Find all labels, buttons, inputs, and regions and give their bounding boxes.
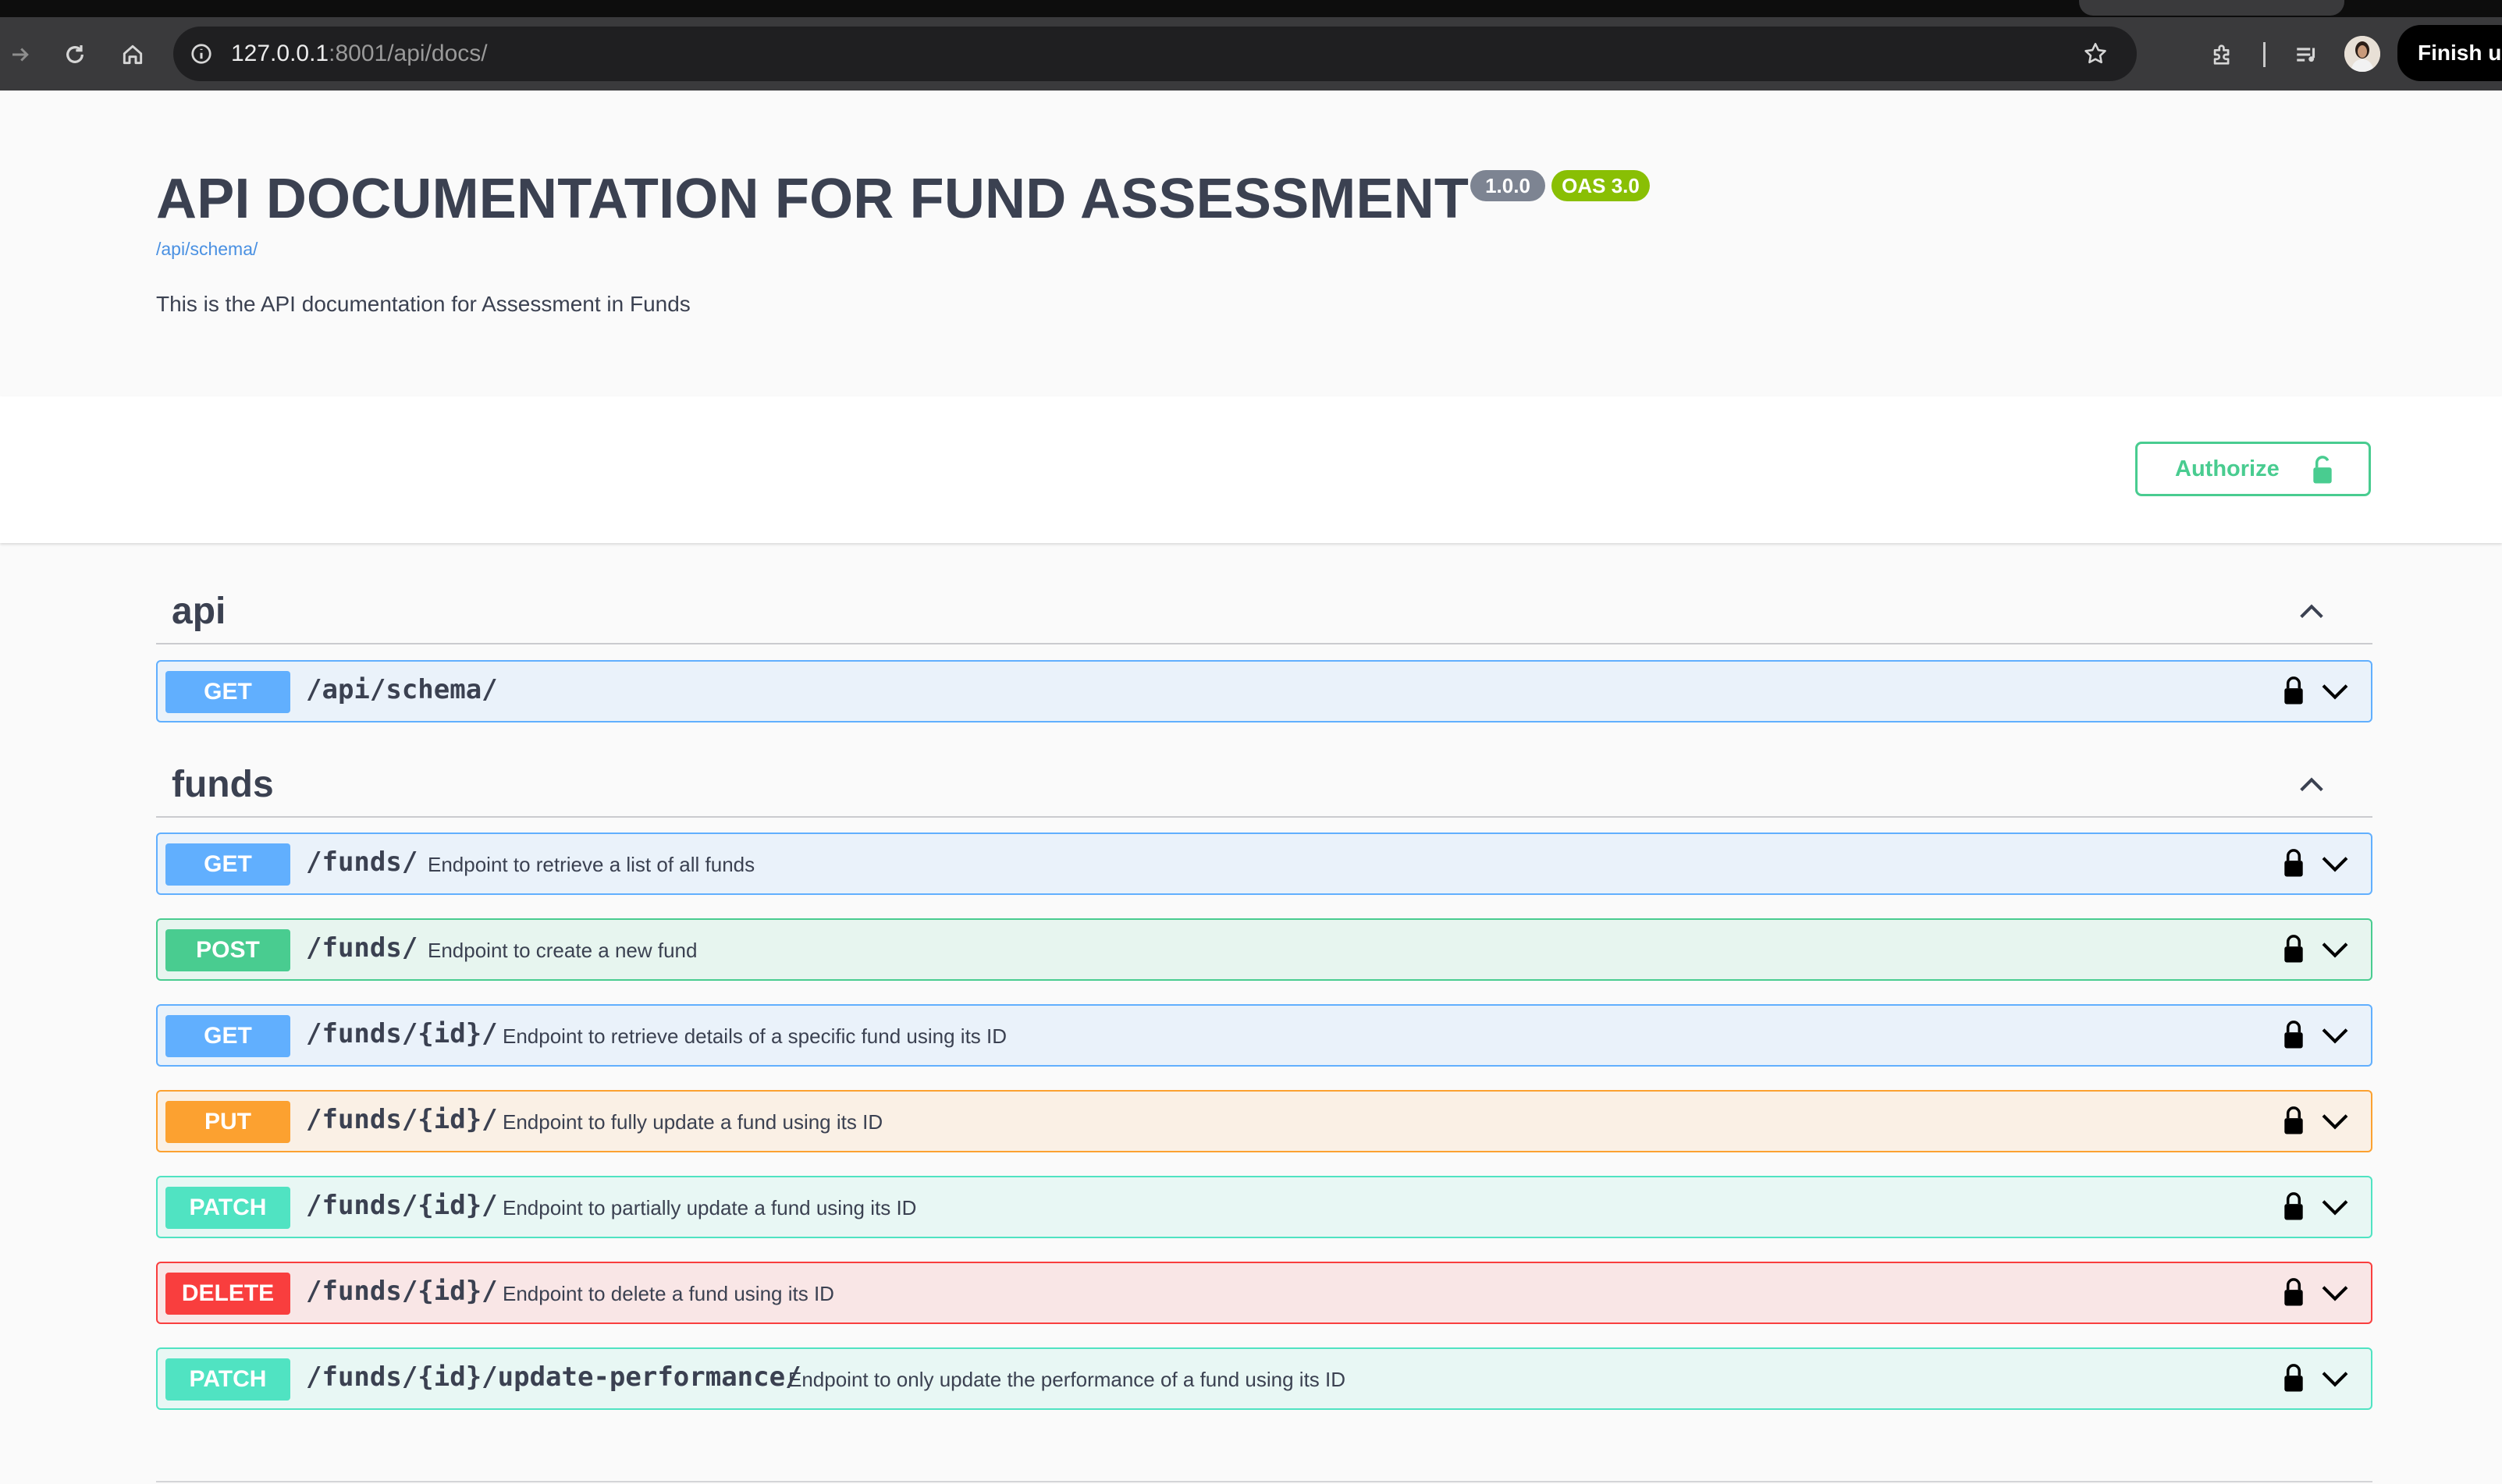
method-badge: DELETE bbox=[165, 1273, 290, 1315]
home-icon[interactable] bbox=[114, 36, 151, 73]
chevron-up-icon[interactable] bbox=[2296, 596, 2327, 631]
schema-link[interactable]: /api/schema/ bbox=[156, 239, 258, 260]
operation-path: /funds/{id}/ bbox=[306, 1190, 498, 1221]
browser-tab-bar bbox=[0, 0, 2502, 17]
tag-group-api[interactable]: api bbox=[156, 580, 2372, 644]
operation-summary: Endpoint to partially update a fund usin… bbox=[503, 1196, 917, 1220]
toolbar-separator bbox=[2263, 42, 2266, 67]
chevron-down-icon[interactable] bbox=[2319, 1196, 2351, 1223]
chevron-down-icon[interactable] bbox=[2319, 1368, 2351, 1395]
lock-icon[interactable] bbox=[2282, 848, 2305, 882]
profile-avatar[interactable] bbox=[2344, 36, 2380, 72]
operation-row[interactable]: PATCH /funds/{id}/ Endpoint to partially… bbox=[156, 1176, 2372, 1238]
chevron-down-icon[interactable] bbox=[2319, 1110, 2351, 1138]
url-host: 127.0.0.1 bbox=[231, 41, 329, 66]
chevron-down-icon[interactable] bbox=[2319, 1024, 2351, 1052]
extensions-icon[interactable] bbox=[2204, 36, 2241, 73]
unlock-icon bbox=[2311, 455, 2334, 491]
operation-summary: Endpoint to delete a fund using its ID bbox=[503, 1282, 834, 1305]
operation-path: /funds/ bbox=[306, 932, 418, 964]
method-badge: PUT bbox=[165, 1101, 290, 1143]
reload-icon[interactable] bbox=[56, 36, 94, 73]
url-path: :8001/api/docs/ bbox=[329, 41, 488, 66]
media-queue-icon[interactable] bbox=[2288, 36, 2326, 73]
operation-row[interactable]: POST /funds/ Endpoint to create a new fu… bbox=[156, 918, 2372, 981]
tag-name: api bbox=[172, 591, 226, 632]
chevron-up-icon[interactable] bbox=[2296, 769, 2327, 804]
page-title: API DOCUMENTATION FOR FUND ASSESSMENT bbox=[156, 168, 1470, 230]
url-text[interactable]: 127.0.0.1:8001/api/docs/ bbox=[231, 41, 488, 67]
method-badge: POST bbox=[165, 929, 290, 971]
operation-row[interactable]: PATCH /funds/{id}/update-performance/ En… bbox=[156, 1347, 2372, 1410]
operation-summary: Endpoint to fully update a fund using it… bbox=[503, 1110, 883, 1134]
tag-group-funds[interactable]: funds bbox=[156, 754, 2372, 818]
operation-row[interactable]: GET /api/schema/ bbox=[156, 660, 2372, 722]
method-badge: PATCH bbox=[165, 1358, 290, 1401]
browser-toolbar: 127.0.0.1:8001/api/docs/ Finish up bbox=[0, 17, 2502, 91]
lock-icon[interactable] bbox=[2282, 1277, 2305, 1311]
operation-path: /funds/{id}/ bbox=[306, 1104, 498, 1135]
method-badge: PATCH bbox=[165, 1187, 290, 1229]
lock-icon[interactable] bbox=[2282, 1363, 2305, 1397]
method-badge: GET bbox=[165, 843, 290, 886]
info-icon[interactable] bbox=[187, 40, 215, 68]
section-divider bbox=[156, 1481, 2372, 1482]
browser-tab[interactable] bbox=[2079, 0, 2344, 16]
authorize-label: Authorize bbox=[2175, 456, 2280, 481]
operation-row[interactable]: GET /funds/ Endpoint to retrieve a list … bbox=[156, 833, 2372, 895]
operation-path: /funds/ bbox=[306, 847, 418, 878]
chevron-down-icon[interactable] bbox=[2319, 680, 2351, 708]
operation-summary: Endpoint to retrieve a list of all funds bbox=[428, 853, 755, 876]
lock-icon[interactable] bbox=[2282, 1020, 2305, 1053]
operation-path: /funds/{id}/ bbox=[306, 1276, 498, 1307]
lock-icon[interactable] bbox=[2282, 676, 2305, 709]
operation-summary: Endpoint to only update the performance … bbox=[788, 1368, 1346, 1391]
lock-icon[interactable] bbox=[2282, 1106, 2305, 1139]
operation-path: /funds/{id}/ bbox=[306, 1018, 498, 1049]
operation-row[interactable]: GET /funds/{id}/ Endpoint to retrieve de… bbox=[156, 1004, 2372, 1067]
finish-up-button[interactable]: Finish up bbox=[2397, 25, 2502, 81]
operation-path: /api/schema/ bbox=[306, 674, 498, 705]
address-bar[interactable]: 127.0.0.1:8001/api/docs/ bbox=[173, 27, 2137, 81]
chevron-down-icon[interactable] bbox=[2319, 853, 2351, 880]
method-badge: GET bbox=[165, 1015, 290, 1057]
authorize-button[interactable]: Authorize bbox=[2135, 442, 2371, 496]
api-description: This is the API documentation for Assess… bbox=[156, 292, 691, 316]
method-badge: GET bbox=[165, 671, 290, 713]
lock-icon[interactable] bbox=[2282, 934, 2305, 967]
lock-icon[interactable] bbox=[2282, 1191, 2305, 1225]
operation-summary: Endpoint to create a new fund bbox=[428, 939, 698, 962]
chevron-down-icon[interactable] bbox=[2319, 939, 2351, 966]
oas-badge: OAS 3.0 bbox=[1551, 170, 1650, 201]
operation-row[interactable]: DELETE /funds/{id}/ Endpoint to delete a… bbox=[156, 1262, 2372, 1324]
tag-name: funds bbox=[172, 764, 274, 805]
operation-summary: Endpoint to retrieve details of a specif… bbox=[503, 1024, 1008, 1048]
operation-row[interactable]: PUT /funds/{id}/ Endpoint to fully updat… bbox=[156, 1090, 2372, 1152]
api-info-section: API DOCUMENTATION FOR FUND ASSESSMENT 1.… bbox=[0, 91, 2502, 396]
chevron-down-icon[interactable] bbox=[2319, 1282, 2351, 1309]
version-badge: 1.0.0 bbox=[1470, 170, 1545, 201]
forward-arrow-icon[interactable] bbox=[2, 36, 39, 73]
star-icon[interactable] bbox=[2079, 37, 2112, 70]
scheme-container: Authorize bbox=[0, 396, 2502, 543]
operation-path: /funds/{id}/update-performance/ bbox=[306, 1362, 801, 1393]
